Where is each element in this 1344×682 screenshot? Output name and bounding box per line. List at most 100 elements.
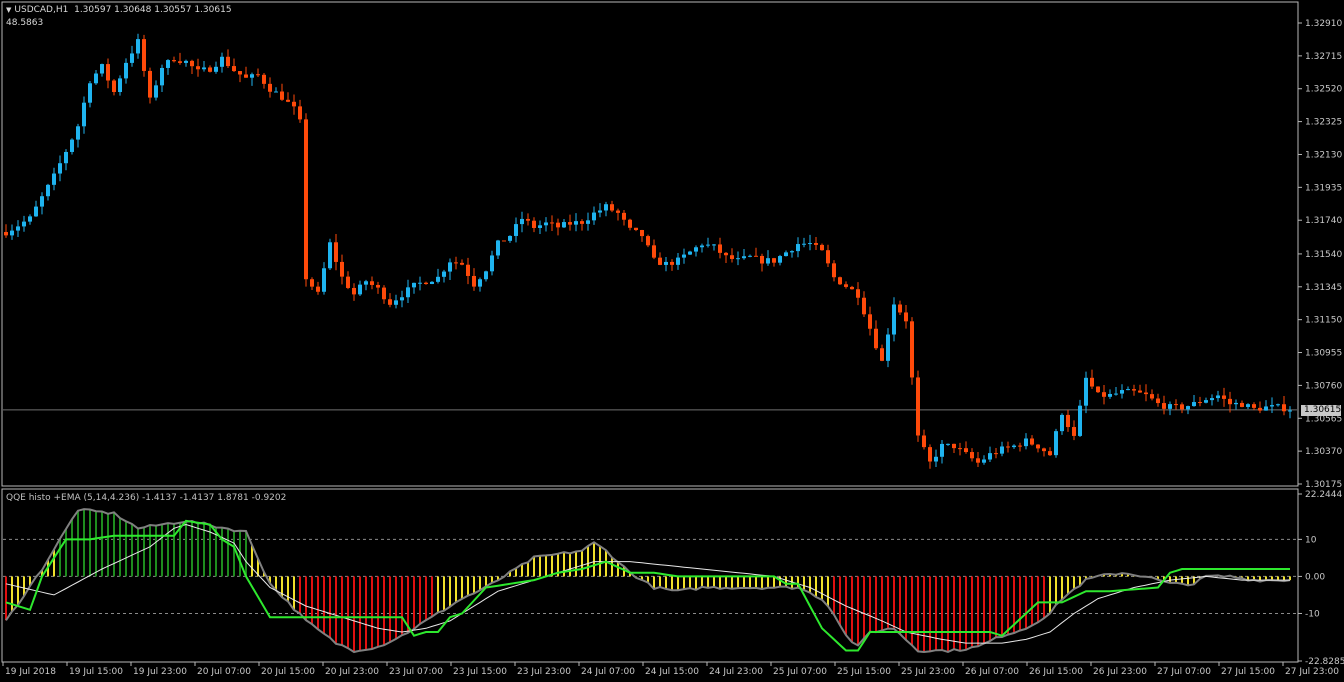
dropdown-arrow-icon[interactable]: ▼: [6, 6, 11, 14]
candle-body: [502, 240, 506, 242]
indicator-tick-label: 0.00: [1305, 572, 1325, 582]
candle-body: [700, 245, 704, 248]
candle-body: [196, 66, 200, 70]
candle-body: [1024, 438, 1028, 447]
time-tick-label: 24 Jul 23:00: [709, 667, 763, 677]
price-tick-label: 1.31935: [1305, 183, 1342, 193]
candle-body: [634, 227, 638, 231]
candle-body: [622, 212, 626, 220]
candle-body: [1150, 394, 1154, 399]
candle-body: [538, 225, 542, 228]
candle-body: [238, 71, 242, 75]
candle-body: [1204, 400, 1208, 403]
candle-body: [268, 83, 272, 92]
candle-body: [928, 447, 932, 462]
candle-body: [880, 348, 884, 361]
candle-body: [1246, 404, 1250, 407]
candle-body: [442, 271, 446, 277]
candle-body: [886, 334, 890, 361]
candle-body: [610, 204, 614, 211]
candle-body: [778, 256, 782, 263]
time-tick-label: 23 Jul 15:00: [453, 667, 507, 677]
candle-body: [988, 453, 992, 460]
candle-body: [1198, 402, 1202, 404]
candle-body: [574, 221, 578, 225]
candle-body: [940, 443, 944, 457]
candle-body: [478, 279, 482, 287]
candle-body: [52, 173, 56, 185]
candle-body: [952, 443, 956, 449]
time-tick-label: 25 Jul 15:00: [837, 667, 891, 677]
indicator-tick-label: -10: [1305, 609, 1320, 619]
candle-body: [994, 453, 998, 455]
candle-body: [4, 232, 8, 236]
candle-body: [628, 219, 632, 228]
candle-body: [76, 126, 80, 140]
chart-canvas[interactable]: 1.32910 1.32715 1.32520 1.32325 1.32130 1.319…: [0, 0, 1344, 682]
candle-body: [1036, 444, 1040, 449]
candle-body: [736, 258, 740, 260]
candle-body: [358, 284, 362, 295]
candle-body: [1186, 406, 1190, 410]
candle-body: [436, 276, 440, 282]
candle-body: [94, 73, 98, 84]
candle-body: [364, 281, 368, 285]
candle-body: [1078, 405, 1082, 436]
candle-body: [1030, 438, 1034, 445]
candle-body: [922, 435, 926, 448]
candle-body: [1048, 451, 1052, 456]
candle-body: [460, 262, 464, 265]
indicator-tick-label: 22.2444: [1305, 490, 1342, 500]
candle-body: [382, 287, 386, 300]
candle-body: [10, 230, 14, 236]
candle-body: [1156, 398, 1160, 404]
candle-body: [784, 252, 788, 257]
candle-body: [394, 300, 398, 305]
candle-body: [892, 304, 896, 335]
candle-body: [124, 62, 128, 79]
time-tick-label: 27 Jul 15:00: [1221, 667, 1275, 677]
candle-body: [790, 251, 794, 253]
candle-body: [58, 163, 62, 174]
indicator-axis: 22.2444 10 0.00 -10 -22.8285: [1298, 490, 1344, 667]
candle-body: [916, 377, 920, 436]
candle-body: [430, 281, 434, 285]
candle-body: [160, 67, 164, 86]
time-tick-label: 19 Jul 2018: [5, 667, 56, 677]
candle-body: [286, 99, 290, 102]
candle-body: [946, 443, 950, 445]
price-tick-label: 1.32520: [1305, 85, 1342, 95]
candle-body: [904, 312, 908, 322]
candle-body: [742, 256, 746, 259]
candle-body: [292, 101, 296, 107]
candle-body: [412, 282, 416, 288]
candle-body: [1216, 395, 1220, 399]
candle-body: [532, 220, 536, 228]
candle-body: [850, 286, 854, 290]
candle-body: [490, 255, 494, 272]
candle-body: [304, 119, 308, 280]
candle-body: [754, 255, 758, 257]
candle-body: [400, 297, 404, 301]
candle-body: [64, 151, 68, 164]
candle-body: [148, 70, 152, 98]
price-tick-label: 1.30175: [1305, 480, 1342, 490]
candle-body: [1234, 402, 1238, 405]
candle-body: [310, 279, 314, 287]
candle-body: [1288, 410, 1292, 412]
candle-body: [202, 67, 206, 70]
candle-body: [280, 91, 284, 100]
candle-body: [982, 459, 986, 463]
candle-body: [250, 74, 254, 78]
price-tick-label: 1.32910: [1305, 19, 1342, 29]
candle-body: [856, 289, 860, 298]
time-tick-label: 23 Jul 23:00: [517, 667, 571, 677]
candle-body: [496, 240, 500, 256]
candle-body: [556, 222, 560, 228]
candle-body: [118, 78, 122, 93]
price-tick-label: 1.31150: [1305, 316, 1342, 326]
candle-body: [1012, 445, 1016, 448]
candle-body: [604, 204, 608, 211]
candle-body: [1144, 392, 1148, 395]
candle-body: [724, 252, 728, 256]
